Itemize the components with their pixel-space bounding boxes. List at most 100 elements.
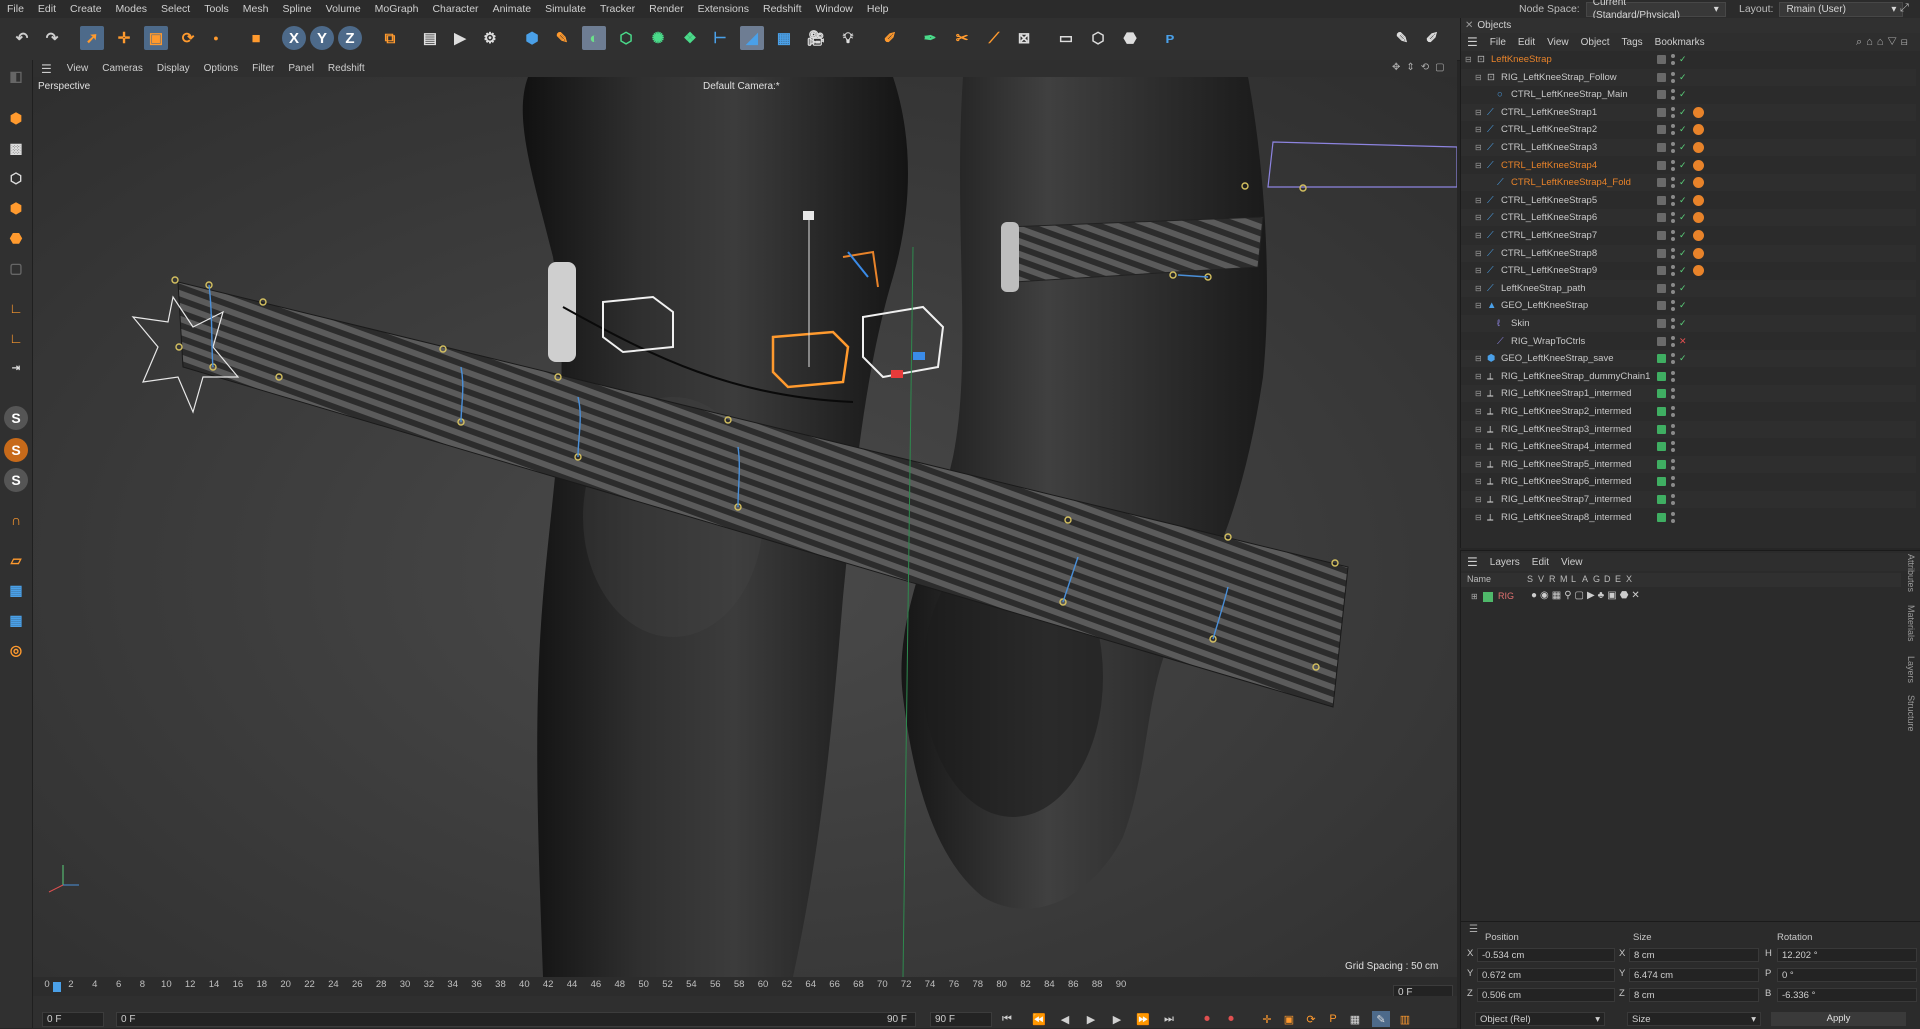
viewport-layout-icon[interactable]: ▭ <box>1054 26 1078 50</box>
brush-icon[interactable]: ⟋ <box>982 26 1006 50</box>
expand-icon[interactable]: ⊟ <box>1475 245 1482 262</box>
object-name[interactable]: RIG_LeftKneeStrap2_intermed <box>1501 403 1631 420</box>
object-row[interactable]: ⊟ ⟂ RIG_LeftKneeStrap2_intermed <box>1461 403 1916 420</box>
object-name[interactable]: LeftKneeStrap_path <box>1501 280 1586 297</box>
spline-pen-icon[interactable]: ◢ <box>740 26 764 50</box>
visibility-dot[interactable] <box>1671 370 1675 375</box>
expand-icon[interactable]: ⊟ <box>1475 280 1482 297</box>
tag-icon[interactable] <box>1693 142 1704 153</box>
size-mode-dropdown[interactable]: Size ▾ <box>1627 1012 1761 1026</box>
object-row[interactable]: ⊟ ⟂ RIG_LeftKneeStrap5_intermed <box>1461 455 1916 473</box>
enabled-check-icon[interactable]: ✓ <box>1679 157 1687 174</box>
timeline-settings-icon[interactable]: ▥ <box>1396 1011 1414 1027</box>
camera-icon[interactable]: 🎥︎ <box>804 26 828 50</box>
object-manager-icon[interactable]: ⬡ <box>1086 26 1110 50</box>
sculpt-icon[interactable]: ✒ <box>918 26 942 50</box>
visibility-dot[interactable] <box>1671 124 1675 129</box>
tag-icon[interactable] <box>1693 212 1704 224</box>
position-field[interactable]: 0.672 cm <box>1477 968 1615 982</box>
layer-swatch[interactable] <box>1657 389 1666 399</box>
tag-icon[interactable] <box>1693 230 1704 241</box>
menu-item-animate[interactable]: Animate <box>486 0 539 18</box>
layer-swatch[interactable] <box>1657 371 1666 381</box>
layers-column-header[interactable]: E <box>1615 574 1621 584</box>
undo-icon[interactable]: ↶ <box>10 26 34 50</box>
layout-dropdown[interactable]: Rmain (User) ▾ <box>1779 1 1904 17</box>
visibility-dot[interactable] <box>1671 113 1675 118</box>
tag-icon[interactable] <box>1693 177 1704 189</box>
visibility-dot[interactable] <box>1671 237 1675 241</box>
viewport[interactable]: Perspective Default Camera:* Grid Spacin… <box>33 77 1457 977</box>
object-row[interactable]: ⊟ ⟂ RIG_LeftKneeStrap1_intermed <box>1461 385 1916 403</box>
expand-icon[interactable]: ⊟ <box>1475 385 1482 402</box>
layer-swatch[interactable] <box>1657 160 1666 170</box>
layer-swatch[interactable] <box>1657 90 1666 100</box>
menu-item-select[interactable]: Select <box>154 0 197 18</box>
python-icon[interactable]: ᴘ <box>1158 26 1182 50</box>
object-name[interactable]: RIG_WrapToCtrls <box>1511 333 1585 350</box>
expand-icon[interactable]: ⊟ <box>1475 227 1482 244</box>
visibility-dot[interactable] <box>1671 289 1675 294</box>
expand-icon[interactable]: ⊟ <box>1475 209 1482 226</box>
visibility-dot[interactable] <box>1671 360 1675 365</box>
side-tab-attributes[interactable]: Attributes <box>1906 554 1916 592</box>
object-name[interactable]: CTRL_LeftKneeStrap4_Fold <box>1511 174 1631 191</box>
planar-workplane-icon[interactable]: ⇥ <box>4 356 28 380</box>
object-mode-icon[interactable]: ⬢ <box>4 106 28 130</box>
visibility-dot[interactable] <box>1671 406 1675 410</box>
viewport-menu-redshift[interactable]: Redshift <box>321 63 372 74</box>
enabled-check-icon[interactable]: ✓ <box>1679 227 1687 244</box>
layer-swatch[interactable] <box>1657 459 1666 469</box>
layer-swatch[interactable] <box>1657 143 1666 152</box>
objects-menu-file[interactable]: File <box>1484 37 1512 48</box>
object-row[interactable]: ⟋ RIG_WrapToCtrls ✕ <box>1461 333 1916 350</box>
visibility-dot[interactable] <box>1671 307 1675 312</box>
visibility-dot[interactable] <box>1671 272 1675 277</box>
visibility-dot[interactable] <box>1671 149 1675 153</box>
menu-item-mograph[interactable]: MoGraph <box>368 0 426 18</box>
layer-swatch[interactable] <box>1657 442 1666 452</box>
menu-item-render[interactable]: Render <box>642 0 690 18</box>
tag-icon[interactable] <box>1693 194 1704 206</box>
layer-swatch[interactable] <box>1657 407 1666 416</box>
objects-menu-object[interactable]: Object <box>1575 37 1616 48</box>
solo-icon[interactable]: ▦ <box>4 578 28 602</box>
timeline-ruler[interactable]: 0 2 4 6 8 10 12 14 16 18 20 22 24 26 28 30 32 34 36 38 40 42 4… <box>33 977 1457 996</box>
expand-icon[interactable]: ⊟ <box>1475 456 1482 473</box>
object-row[interactable]: ℓ Skin ✓ <box>1461 315 1916 332</box>
visibility-dot[interactable] <box>1671 465 1675 470</box>
layer-swatch[interactable] <box>1657 512 1666 522</box>
enabled-check-icon[interactable]: ✓ <box>1679 69 1687 86</box>
snap-icon[interactable]: ⊠ <box>1012 26 1036 50</box>
objects-menu-tags[interactable]: Tags <box>1616 37 1649 48</box>
enabled-check-icon[interactable]: ✓ <box>1679 315 1687 332</box>
menu-item-file[interactable]: File <box>0 0 31 18</box>
layer-color-swatch[interactable] <box>1483 592 1493 602</box>
tag-icon[interactable] <box>1693 265 1704 277</box>
object-row[interactable]: ⊟ ⟋ CTRL_LeftKneeStrap6 ✓ <box>1461 209 1916 227</box>
visibility-dot[interactable] <box>1671 131 1675 136</box>
object-name[interactable]: LeftKneeStrap <box>1491 51 1552 68</box>
size-field[interactable]: 8 cm <box>1629 948 1759 962</box>
object-name[interactable]: CTRL_LeftKneeStrap5 <box>1501 192 1597 209</box>
menu-item-simulate[interactable]: Simulate <box>538 0 593 18</box>
object-name[interactable]: CTRL_LeftKneeStrap9 <box>1501 262 1597 279</box>
visibility-dot[interactable] <box>1671 89 1675 94</box>
render-region-icon[interactable]: ▤ <box>418 26 442 50</box>
visibility-dot[interactable] <box>1671 476 1675 481</box>
object-name[interactable]: RIG_LeftKneeStrap6_intermed <box>1501 473 1631 490</box>
menu-item-help[interactable]: Help <box>860 0 896 18</box>
layer-swatch[interactable] <box>1657 125 1666 135</box>
expand-icon[interactable]: ⊟ <box>1475 491 1482 508</box>
enabled-check-icon[interactable]: ✓ <box>1679 51 1687 68</box>
layer-swatch[interactable] <box>1657 178 1666 188</box>
quantize-icon[interactable]: S <box>4 468 28 492</box>
next-frame-icon[interactable]: ▶ <box>1108 1011 1126 1027</box>
object-name[interactable]: CTRL_LeftKneeStrap3 <box>1501 139 1597 156</box>
menu-item-character[interactable]: Character <box>425 0 485 18</box>
visibility-dot[interactable] <box>1671 300 1675 305</box>
layer-swatch[interactable] <box>1657 319 1666 328</box>
expand-icon[interactable]: ⊟ <box>1475 509 1482 526</box>
motion-icon[interactable]: ✎ <box>1372 1011 1390 1027</box>
visibility-dot[interactable] <box>1671 230 1675 234</box>
